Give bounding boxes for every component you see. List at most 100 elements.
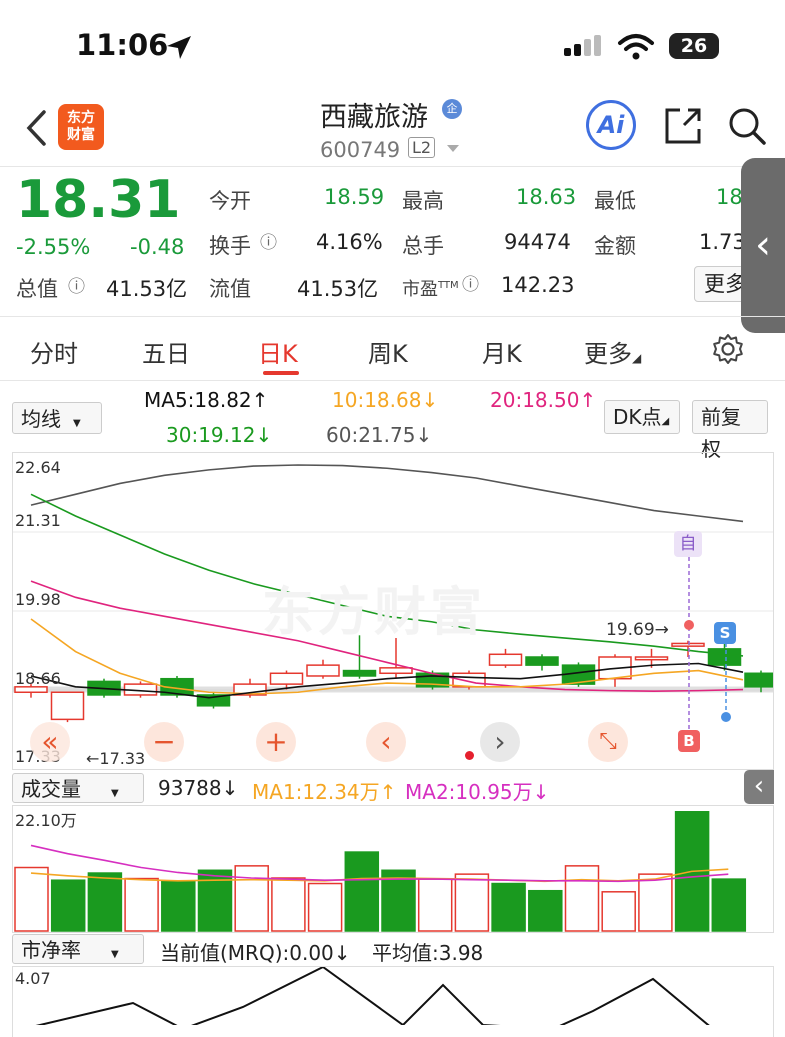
pb-average: 平均值:3.98 — [372, 941, 484, 965]
share-icon[interactable] — [662, 105, 704, 147]
collapse-panel-button[interactable]: ‹ — [744, 770, 774, 804]
fullscreen-button[interactable]: ⤡ — [588, 722, 628, 762]
volume-bar — [307, 882, 343, 932]
ma-selector[interactable]: 均线 ▼ — [12, 402, 102, 434]
volume-bar — [124, 877, 159, 932]
tab-more-label: 更多 — [584, 340, 632, 368]
pb-svg — [22, 965, 714, 1031]
pb-y-tick: 4.07 — [15, 969, 51, 988]
tab-more[interactable]: 更多◢ — [584, 334, 641, 369]
candle-body — [744, 672, 778, 688]
volume-bar — [161, 880, 196, 932]
dk-point-button[interactable]: DK点◢ — [604, 400, 680, 434]
info-icon[interactable]: ⓘ — [68, 272, 85, 297]
self-select-tag[interactable]: 自 — [674, 531, 702, 557]
chevron-down-icon[interactable] — [446, 144, 460, 154]
mktcap-value: 41.53亿 — [106, 277, 188, 301]
scroll-first-button[interactable]: « — [30, 722, 70, 762]
volume-selector[interactable]: 成交量 ▼ — [12, 773, 144, 803]
dropdown-caret-icon: ▼ — [73, 418, 81, 429]
high-marker-dot — [684, 620, 694, 630]
dropdown-caret-icon: ▼ — [111, 788, 119, 799]
min-price-marker: ←17.33 — [86, 749, 146, 768]
pe-value: 142.23 — [501, 273, 575, 297]
ma60-line — [30, 464, 744, 523]
chevron-left-icon: ‹ — [755, 222, 771, 268]
tab-intraday[interactable]: 分时 — [30, 334, 78, 369]
scroll-right-button[interactable]: › — [480, 722, 520, 762]
page-indicator-dot — [465, 751, 474, 760]
amount-value: 1.73 — [699, 230, 746, 254]
volume-bar — [14, 866, 49, 932]
volume-max-label: 22.10万 — [15, 811, 77, 830]
current-price: 18.31 — [16, 170, 181, 230]
buy-signal-tag[interactable]: B — [678, 730, 700, 752]
change-percent: -2.55% — [16, 235, 91, 259]
candle-body — [50, 691, 85, 721]
ma20-value: 20:18.50↑ — [490, 388, 597, 412]
volume-value: 94474 — [504, 230, 571, 254]
volume-bar — [528, 889, 563, 932]
zoom-out-button[interactable]: − — [144, 722, 184, 762]
volume-chart[interactable] — [12, 805, 774, 933]
volume-ma2: MA2:10.95万↓ — [405, 780, 550, 804]
pe-label: 市盈TTM — [402, 275, 459, 301]
volume-bar — [601, 891, 636, 932]
tab-daily-k[interactable]: 日K — [258, 334, 298, 369]
info-icon[interactable]: ⓘ — [462, 270, 479, 295]
volume-label: 总手 — [402, 234, 444, 258]
ai-assistant-button[interactable]: Ai — [586, 100, 636, 150]
pe-label-text: 市盈 — [402, 279, 438, 300]
volume-bar — [491, 882, 526, 932]
cellular-signal-icon — [564, 35, 601, 56]
stock-code: 600749 — [320, 138, 401, 162]
candle-body — [634, 656, 669, 661]
float-label: 流值 — [209, 277, 251, 301]
ma10-value: 10:18.68↓ — [332, 388, 439, 412]
candle-body — [452, 672, 486, 688]
corner-arrow-icon: ◢ — [632, 351, 642, 365]
pe-sup: TTM — [438, 280, 459, 291]
tab-monthly-k[interactable]: 月K — [482, 334, 522, 369]
volume-bar — [344, 851, 380, 932]
open-label: 今开 — [209, 189, 251, 213]
tab-five-day[interactable]: 五日 — [142, 334, 190, 369]
battery-indicator: 26 — [669, 33, 719, 59]
scroll-left-button[interactable]: ‹ — [366, 722, 406, 762]
enterprise-badge: 企 — [442, 99, 462, 119]
settings-gear-icon[interactable] — [712, 333, 744, 365]
dk-label: DK点 — [613, 405, 662, 429]
pb-selector[interactable]: 市净率 ▼ — [12, 934, 144, 964]
tab-weekly-k[interactable]: 周K — [368, 334, 408, 369]
level2-badge: L2 — [408, 137, 436, 158]
ma-selector-label: 均线 — [21, 407, 61, 431]
ma30-value: 30:19.12↓ — [166, 423, 273, 447]
search-icon[interactable] — [726, 105, 768, 147]
volume-bar — [417, 878, 453, 932]
volume-bar — [454, 873, 490, 932]
back-icon[interactable] — [24, 108, 48, 148]
high-value: 18.63 — [516, 185, 577, 209]
active-tab-indicator — [263, 371, 299, 375]
volume-ma2-line — [30, 844, 729, 883]
sell-marker-dot — [721, 712, 731, 722]
volume-svg — [14, 811, 747, 932]
y-tick-max: 22.64 — [15, 458, 61, 477]
candle-body — [488, 653, 523, 666]
adjust-button[interactable]: 前复权 — [692, 400, 768, 461]
app-logo-text: 东方 财富 — [67, 110, 95, 143]
side-panel-toggle[interactable]: ‹ — [741, 158, 785, 333]
volume-bar — [50, 879, 86, 932]
zoom-in-button[interactable]: + — [256, 722, 296, 762]
status-time: 11:06 — [76, 28, 169, 62]
info-icon[interactable]: ⓘ — [260, 228, 277, 253]
volume-selector-label: 成交量 — [21, 777, 81, 801]
volume-bar — [564, 865, 600, 932]
turnover-value: 4.16% — [316, 230, 383, 254]
wifi-icon — [618, 34, 654, 60]
pb-current: 当前值(MRQ):0.00↓ — [160, 941, 351, 965]
change-amount: -0.48 — [130, 235, 185, 259]
candle-body — [269, 672, 304, 685]
low-label: 最低 — [594, 189, 636, 213]
sell-signal-tag[interactable]: S — [714, 622, 736, 644]
